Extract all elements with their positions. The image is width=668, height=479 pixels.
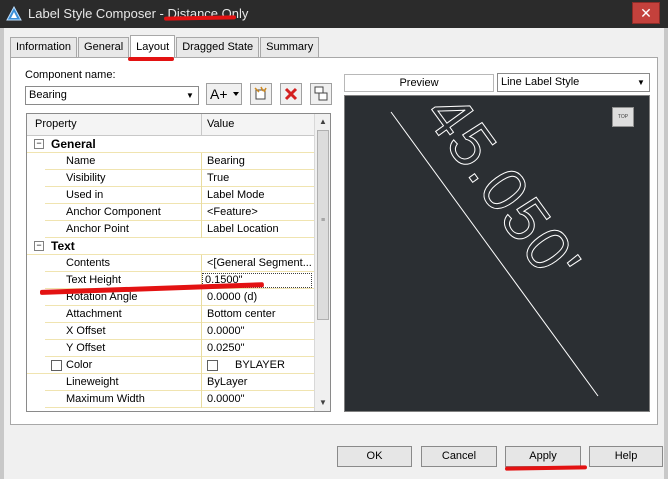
title-bar: Label Style Composer - Distance Only ✕: [0, 0, 668, 28]
close-window-button[interactable]: ✕: [632, 2, 660, 24]
property-value[interactable]: Label Location: [207, 223, 279, 235]
column-header-value[interactable]: Value: [207, 118, 234, 130]
property-grid: Property Value − General Name Bearing Vis…: [26, 113, 331, 412]
scrollbar-thumb[interactable]: ≡: [317, 130, 329, 320]
preview-style-value: Line Label Style: [501, 76, 580, 88]
property-grid-scrollbar[interactable]: ▲ ≡ ▼: [314, 114, 330, 411]
category-label: Text: [51, 239, 75, 253]
property-value[interactable]: Bearing: [207, 155, 245, 167]
component-name-label: Component name:: [25, 69, 116, 81]
property-label: Maximum Width: [66, 393, 145, 405]
property-row-anchor-component[interactable]: Anchor Component <Feature>: [27, 204, 314, 221]
create-text-component-button[interactable]: A+: [206, 83, 242, 105]
cancel-button[interactable]: Cancel: [421, 446, 497, 467]
property-value[interactable]: Bottom center: [207, 308, 275, 320]
add-text-glyph: A+: [210, 86, 228, 102]
delete-component-button[interactable]: [280, 83, 302, 105]
component-draw-order-button[interactable]: [310, 83, 332, 105]
property-label: Anchor Component: [66, 206, 161, 218]
property-label: Visibility: [66, 172, 106, 184]
property-label: Color: [66, 359, 93, 371]
property-label: X Offset: [66, 325, 106, 337]
preview-label: Preview: [344, 74, 494, 92]
property-rows: − General Name Bearing Visibility True Use…: [27, 136, 314, 408]
property-value[interactable]: 0.0000": [207, 325, 245, 337]
property-label: Text Height: [66, 274, 122, 286]
copy-component-icon: [254, 86, 267, 100]
collapse-icon[interactable]: −: [34, 139, 44, 149]
draw-order-icon: [314, 86, 328, 101]
property-label: Y Offset: [66, 342, 106, 354]
label-preview-canvas[interactable]: 45.050' TOP: [344, 95, 650, 412]
help-button[interactable]: Help: [589, 446, 663, 467]
color-checkbox[interactable]: [51, 360, 62, 371]
tab-dragged-state[interactable]: Dragged State: [176, 37, 260, 57]
tab-summary[interactable]: Summary: [260, 37, 320, 57]
preview-label-text: 45.050': [412, 96, 594, 297]
category-label: General: [51, 137, 96, 151]
property-row-visibility[interactable]: Visibility True: [27, 170, 314, 187]
column-divider[interactable]: [201, 114, 202, 136]
column-header-property[interactable]: Property: [35, 118, 77, 130]
category-general[interactable]: − General: [27, 136, 314, 153]
property-value[interactable]: <[General Segment...: [207, 257, 312, 269]
property-row-attachment[interactable]: Attachment Bottom center: [27, 306, 314, 323]
tab-layout[interactable]: Layout: [130, 35, 176, 57]
tab-strip: Information General Layout Dragged State…: [10, 35, 320, 57]
close-icon: ✕: [640, 5, 652, 21]
property-value[interactable]: 0.0000 (d): [207, 291, 257, 303]
property-label: Used in: [66, 189, 104, 201]
property-value[interactable]: Label Mode: [207, 189, 265, 201]
property-row-used-in[interactable]: Used in Label Mode: [27, 187, 314, 204]
copy-component-button[interactable]: [250, 83, 272, 105]
delete-icon: [284, 87, 298, 101]
property-value[interactable]: ByLayer: [207, 376, 247, 388]
property-grid-header: Property Value: [27, 114, 314, 136]
tab-information[interactable]: Information: [10, 37, 78, 57]
add-text-component-icon: A+: [210, 86, 239, 102]
property-row-color[interactable]: Color BYLAYER: [27, 357, 314, 374]
view-top-button[interactable]: TOP: [612, 107, 634, 127]
scroll-down-arrow-icon[interactable]: ▼: [315, 395, 330, 411]
property-value[interactable]: BYLAYER: [235, 359, 285, 371]
property-value[interactable]: 0.0250": [207, 342, 245, 354]
ok-button[interactable]: OK: [337, 446, 412, 467]
property-value[interactable]: True: [207, 172, 229, 184]
annotation-underline-layout-tab: [128, 57, 174, 61]
property-row-x-offset[interactable]: X Offset 0.0000": [27, 323, 314, 340]
property-label: Contents: [66, 257, 111, 269]
property-value[interactable]: 0.0000": [207, 393, 245, 405]
chevron-down-icon: ▼: [186, 91, 194, 100]
property-row-y-offset[interactable]: Y Offset 0.0250": [27, 340, 314, 357]
scroll-up-arrow-icon[interactable]: ▲: [315, 114, 330, 130]
chevron-down-icon: ▼: [637, 78, 645, 87]
property-row-lineweight[interactable]: Lineweight ByLayer: [27, 374, 314, 391]
property-value[interactable]: <Feature>: [207, 206, 258, 218]
property-label: Attachment: [66, 308, 122, 320]
property-label: Name: [66, 155, 96, 167]
property-row-name[interactable]: Name Bearing: [27, 153, 314, 170]
property-row-anchor-point[interactable]: Anchor Point Label Location: [27, 221, 314, 238]
civil3d-app-icon: [6, 6, 22, 21]
property-row-maximum-width[interactable]: Maximum Width 0.0000": [27, 391, 314, 408]
apply-button[interactable]: Apply: [505, 446, 581, 467]
tab-general[interactable]: General: [78, 37, 130, 57]
collapse-icon[interactable]: −: [34, 241, 44, 251]
color-swatch[interactable]: [207, 360, 218, 371]
component-name-select[interactable]: Bearing ▼: [25, 86, 199, 105]
category-text[interactable]: − Text: [27, 238, 314, 255]
preview-drawing: 45.050': [390, 96, 599, 397]
property-row-contents[interactable]: Contents <[General Segment...: [27, 255, 314, 272]
grip-icon: ≡: [321, 217, 326, 224]
property-label: Lineweight: [66, 376, 119, 388]
preview-style-select[interactable]: Line Label Style ▼: [497, 73, 650, 92]
component-name-value: Bearing: [29, 89, 67, 101]
property-label: Anchor Point: [66, 223, 129, 235]
